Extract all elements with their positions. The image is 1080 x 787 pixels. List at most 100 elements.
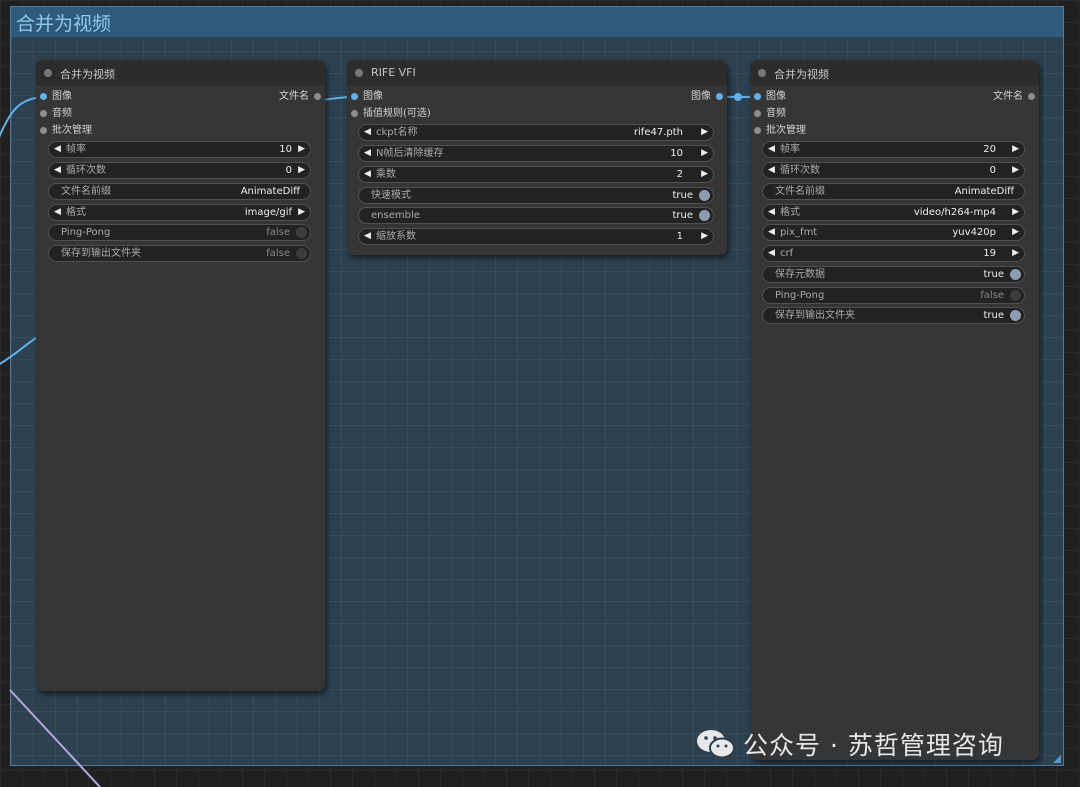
- increment-arrow-icon[interactable]: ▶: [1012, 205, 1019, 220]
- widget-format[interactable]: ◀ 格式 video/h264-mp4 ▶: [762, 204, 1025, 221]
- node-title: RIFE VFI: [371, 66, 416, 79]
- input-port-icon[interactable]: [754, 127, 761, 134]
- input-port-icon[interactable]: [754, 110, 761, 117]
- node-title: 合并为视频: [774, 68, 829, 81]
- increment-arrow-icon[interactable]: ▶: [298, 142, 305, 157]
- output-slot-filename[interactable]: 文件名: [993, 90, 1035, 104]
- increment-arrow-icon[interactable]: ▶: [1012, 225, 1019, 240]
- input-port-icon[interactable]: [40, 93, 47, 100]
- input-slot-image[interactable]: 图像: [754, 90, 786, 104]
- widget-ping-pong[interactable]: Ping-Pong false: [762, 287, 1025, 304]
- widget-save-metadata[interactable]: 保存元数据 true: [762, 266, 1025, 283]
- node-rife-vfi[interactable]: RIFE VFI 图像 插值规则(可选) 图像 ◀ ckpt名称 rife47.pt…: [347, 60, 727, 255]
- output-port-icon[interactable]: [716, 93, 723, 100]
- input-slot-interp-rule[interactable]: 插值规则(可选): [351, 107, 431, 121]
- increment-arrow-icon[interactable]: ▶: [1012, 246, 1019, 261]
- decrement-arrow-icon[interactable]: ◀: [364, 146, 371, 161]
- input-slot-batch[interactable]: 批次管理: [40, 124, 92, 138]
- widget-fast-mode[interactable]: 快速模式 true: [358, 187, 714, 204]
- widget-value: 20: [983, 144, 996, 155]
- widget-label: 循环次数: [780, 165, 820, 176]
- widget-clear-cache[interactable]: ◀ N帧后清除缓存 10 ▶: [358, 145, 714, 162]
- toggle-on-icon[interactable]: [699, 190, 710, 201]
- decrement-arrow-icon[interactable]: ◀: [768, 225, 775, 240]
- increment-arrow-icon[interactable]: ▶: [701, 146, 708, 161]
- widget-frame-rate[interactable]: ◀ 帧率 10 ▶: [48, 141, 311, 158]
- input-slot-image[interactable]: 图像: [40, 90, 72, 104]
- widget-pix-fmt[interactable]: ◀ pix_fmt yuv420p ▶: [762, 224, 1025, 241]
- toggle-on-icon[interactable]: [1010, 310, 1021, 321]
- widget-frame-rate[interactable]: ◀ 帧率 20 ▶: [762, 141, 1025, 158]
- node-header[interactable]: RIFE VFI: [347, 60, 727, 86]
- widget-filename-prefix[interactable]: 文件名前缀 AnimateDiff: [48, 183, 311, 200]
- widget-label: 乘数: [376, 169, 396, 180]
- input-slot-audio[interactable]: 音频: [40, 107, 72, 121]
- widget-scale-factor[interactable]: ◀ 缩放系数 1 ▶: [358, 228, 714, 245]
- increment-arrow-icon[interactable]: ▶: [701, 229, 708, 244]
- group-resize-handle[interactable]: [1053, 755, 1061, 763]
- input-port-icon[interactable]: [754, 93, 761, 100]
- node-header[interactable]: 合并为视频: [750, 60, 1039, 86]
- widget-value: true: [672, 190, 693, 201]
- collapse-dot-icon[interactable]: [758, 69, 766, 77]
- input-port-icon[interactable]: [40, 110, 47, 117]
- node-canvas[interactable]: 合并为视频 合并为视频 图像 音频 批次管理 文件名 ◀ 帧率 10 ▶ ◀ 循环次数 0…: [0, 0, 1080, 787]
- decrement-arrow-icon[interactable]: ◀: [364, 125, 371, 140]
- increment-arrow-icon[interactable]: ▶: [701, 125, 708, 140]
- decrement-arrow-icon[interactable]: ◀: [54, 163, 61, 178]
- widget-save-output[interactable]: 保存到输出文件夹 false: [48, 245, 311, 262]
- decrement-arrow-icon[interactable]: ◀: [364, 229, 371, 244]
- input-slot-image[interactable]: 图像: [351, 90, 383, 104]
- toggle-off-icon[interactable]: [296, 227, 307, 238]
- widget-value: AnimateDiff: [240, 186, 300, 197]
- decrement-arrow-icon[interactable]: ◀: [768, 205, 775, 220]
- output-slot-image[interactable]: 图像: [691, 90, 723, 104]
- increment-arrow-icon[interactable]: ▶: [701, 167, 708, 182]
- decrement-arrow-icon[interactable]: ◀: [768, 142, 775, 157]
- toggle-on-icon[interactable]: [699, 210, 710, 221]
- widget-ping-pong[interactable]: Ping-Pong false: [48, 224, 311, 241]
- input-slot-batch[interactable]: 批次管理: [754, 124, 806, 138]
- toggle-off-icon[interactable]: [296, 248, 307, 259]
- collapse-dot-icon[interactable]: [44, 69, 52, 77]
- increment-arrow-icon[interactable]: ▶: [298, 163, 305, 178]
- slot-label: 文件名: [993, 91, 1023, 102]
- group-header[interactable]: 合并为视频: [11, 7, 1063, 37]
- slot-label: 插值规则(可选): [363, 108, 431, 119]
- output-port-icon[interactable]: [314, 93, 321, 100]
- widget-ensemble[interactable]: ensemble true: [358, 207, 714, 224]
- input-port-icon[interactable]: [351, 110, 358, 117]
- widget-label: 保存元数据: [775, 269, 825, 280]
- increment-arrow-icon[interactable]: ▶: [1012, 163, 1019, 178]
- widget-filename-prefix[interactable]: 文件名前缀 AnimateDiff: [762, 183, 1025, 200]
- node-combine-video-1[interactable]: 合并为视频 图像 音频 批次管理 文件名 ◀ 帧率 10 ▶ ◀ 循环次数 0 ▶ 文件名前…: [36, 60, 325, 691]
- node-combine-video-2[interactable]: 合并为视频 图像 音频 批次管理 文件名 ◀ 帧率 20 ▶ ◀ 循环次数 0 ▶ 文件名前…: [750, 60, 1039, 760]
- widget-loop-count[interactable]: ◀ 循环次数 0 ▶: [762, 162, 1025, 179]
- output-port-icon[interactable]: [1028, 93, 1035, 100]
- widget-ckpt-name[interactable]: ◀ ckpt名称 rife47.pth ▶: [358, 124, 714, 141]
- input-port-icon[interactable]: [40, 127, 47, 134]
- decrement-arrow-icon[interactable]: ◀: [54, 142, 61, 157]
- decrement-arrow-icon[interactable]: ◀: [364, 167, 371, 182]
- widget-label: Ping-Pong: [61, 227, 111, 238]
- toggle-on-icon[interactable]: [1010, 269, 1021, 280]
- node-header[interactable]: 合并为视频: [36, 60, 325, 86]
- widget-value: 2: [676, 169, 683, 180]
- decrement-arrow-icon[interactable]: ◀: [768, 163, 775, 178]
- group-title: 合并为视频: [16, 13, 112, 35]
- widget-loop-count[interactable]: ◀ 循环次数 0 ▶: [48, 162, 311, 179]
- output-slot-filename[interactable]: 文件名: [279, 90, 321, 104]
- decrement-arrow-icon[interactable]: ◀: [54, 205, 61, 220]
- widget-label: 保存到输出文件夹: [775, 310, 855, 321]
- collapse-dot-icon[interactable]: [355, 69, 363, 77]
- widget-save-output[interactable]: 保存到输出文件夹 true: [762, 307, 1025, 324]
- input-slot-audio[interactable]: 音频: [754, 107, 786, 121]
- widget-multiplier[interactable]: ◀ 乘数 2 ▶: [358, 166, 714, 183]
- decrement-arrow-icon[interactable]: ◀: [768, 246, 775, 261]
- widget-format[interactable]: ◀ 格式 image/gif ▶: [48, 204, 311, 221]
- widget-crf[interactable]: ◀ crf 19 ▶: [762, 245, 1025, 262]
- increment-arrow-icon[interactable]: ▶: [1012, 142, 1019, 157]
- toggle-off-icon[interactable]: [1010, 290, 1021, 301]
- increment-arrow-icon[interactable]: ▶: [298, 205, 305, 220]
- input-port-icon[interactable]: [351, 93, 358, 100]
